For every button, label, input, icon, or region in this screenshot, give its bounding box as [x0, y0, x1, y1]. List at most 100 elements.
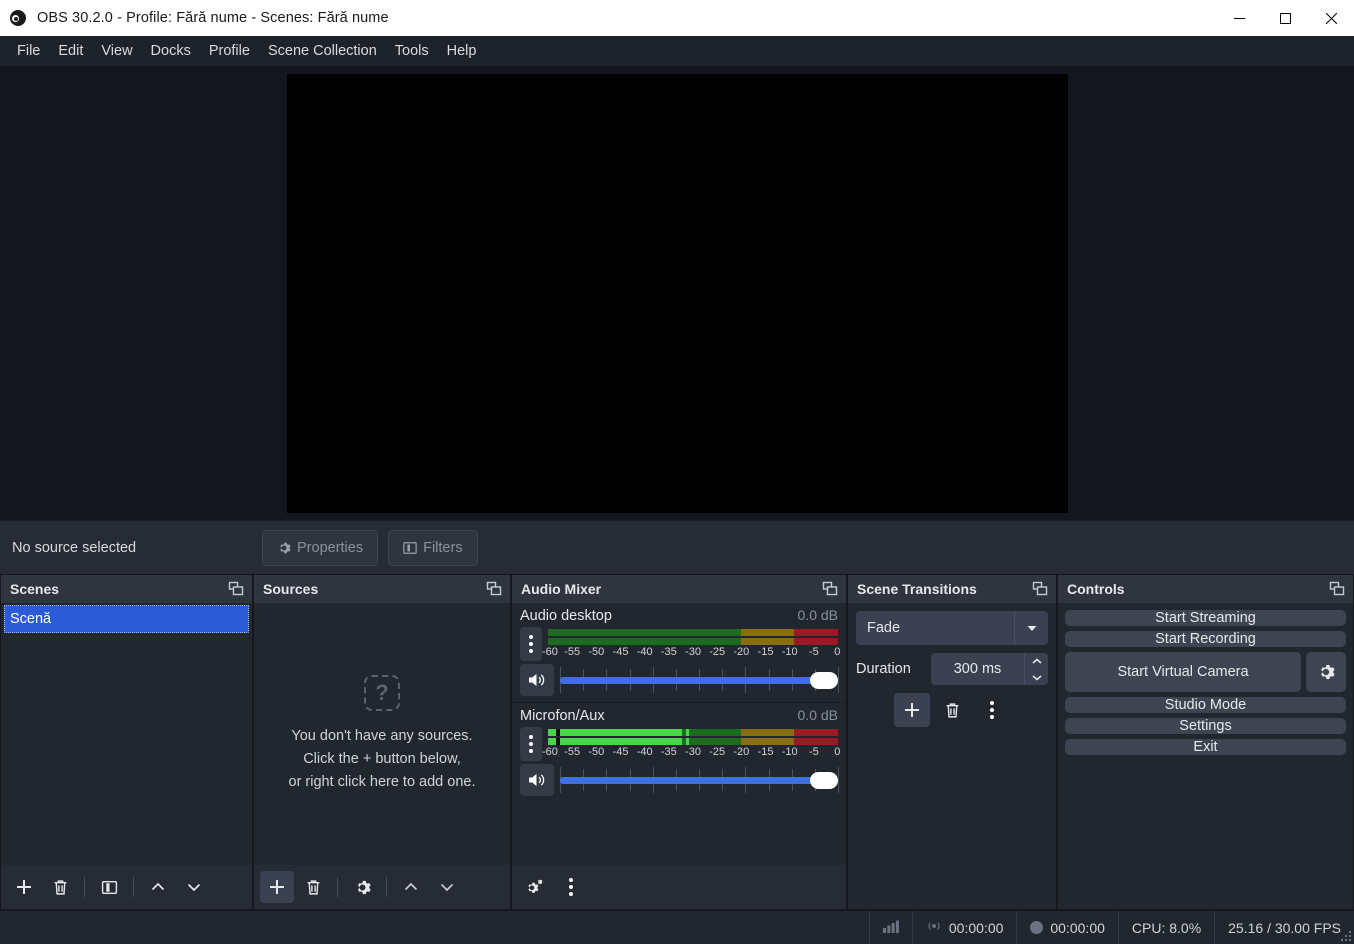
menu-tools[interactable]: Tools	[386, 38, 438, 64]
remove-source-button[interactable]	[296, 871, 330, 903]
virtual-camera-settings-button[interactable]	[1306, 652, 1346, 692]
properties-button[interactable]: Properties	[262, 529, 379, 566]
remove-scene-button[interactable]	[43, 871, 77, 903]
menu-help[interactable]: Help	[438, 38, 486, 64]
menu-docks[interactable]: Docks	[142, 38, 200, 64]
popout-icon[interactable]	[822, 581, 838, 597]
virtual-camera-row: Start Virtual Camera	[1065, 652, 1346, 692]
resize-grip[interactable]	[1341, 931, 1352, 942]
audio-mixer-title-label: Audio Mixer	[521, 581, 602, 597]
menu-profile[interactable]: Profile	[200, 38, 259, 64]
source-toolbar: No source selected Properties Filters	[0, 520, 1354, 574]
sources-list[interactable]: ? You don't have any sources. Click the …	[254, 603, 510, 865]
toolbar-separator	[337, 877, 338, 897]
controls-body: Start Streaming Start Recording Start Vi…	[1058, 603, 1353, 909]
maximize-icon[interactable]	[1262, 0, 1308, 36]
volume-slider[interactable]	[560, 667, 839, 693]
channel-slider-row	[520, 664, 839, 696]
slider-thumb[interactable]	[810, 672, 838, 689]
add-scene-button[interactable]	[7, 871, 41, 903]
chevron-down-icon[interactable]	[1014, 611, 1048, 645]
audio-advanced-properties-button[interactable]	[518, 871, 552, 903]
start-recording-button[interactable]: Start Recording	[1065, 631, 1346, 647]
sources-empty-state: ? You don't have any sources. Click the …	[254, 603, 510, 865]
settings-button[interactable]: Settings	[1065, 718, 1346, 734]
chevron-up-icon[interactable]	[1025, 653, 1048, 669]
speaker-on-icon[interactable]	[520, 764, 554, 796]
meter-tick-label: -20	[733, 645, 750, 658]
toolbar-separator	[84, 877, 85, 897]
controls-dock: Controls Start Streaming Start Recording…	[1057, 574, 1354, 910]
filters-button[interactable]: Filters	[388, 529, 478, 566]
close-icon[interactable]	[1308, 0, 1354, 36]
scene-filters-button[interactable]	[92, 871, 126, 903]
channel-meter-column: -60 -55 -50 -45 -40 -35 -30 -25 -20 -15 -10 -5 0	[542, 628, 840, 660]
kebab-menu-icon[interactable]	[520, 627, 542, 661]
dock-row: Scenes Scenă Sources ? You don't have an…	[0, 574, 1354, 910]
move-scene-up-button[interactable]	[141, 871, 175, 903]
chevron-down-icon[interactable]	[1025, 669, 1048, 685]
sources-dock-title: Sources	[254, 575, 510, 603]
scenes-list[interactable]: Scenă	[1, 603, 252, 865]
kebab-menu-icon	[560, 878, 582, 896]
menu-view[interactable]: View	[92, 38, 141, 64]
meter-tick-label: -10	[781, 645, 798, 658]
move-source-down-button[interactable]	[430, 871, 464, 903]
popout-icon[interactable]	[486, 581, 502, 597]
move-scene-down-button[interactable]	[177, 871, 211, 903]
duration-value[interactable]: 300 ms	[931, 661, 1024, 677]
controls-dock-title: Controls	[1058, 575, 1353, 603]
channel-meter-row: -60 -55 -50 -45 -40 -35 -30 -25 -20 -15 -10 -5 0	[520, 727, 840, 761]
menu-file[interactable]: File	[8, 38, 49, 64]
source-properties-button[interactable]	[345, 871, 379, 903]
preview-canvas[interactable]	[286, 74, 1068, 513]
menu-edit[interactable]: Edit	[49, 38, 92, 64]
speaker-on-icon[interactable]	[520, 664, 554, 696]
sources-title-label: Sources	[263, 581, 319, 597]
transition-select-value: Fade	[867, 620, 901, 636]
add-source-button[interactable]	[260, 871, 294, 903]
add-transition-button[interactable]	[894, 693, 930, 727]
meter-tick-labels: -60 -55 -50 -45 -40 -35 -30 -25 -20 -15 -10 -5 0	[542, 645, 840, 660]
scene-list-item[interactable]: Scenă	[4, 605, 249, 633]
audio-mixer-channels: Audio desktop 0.0 dB -60 -55 -50 -45 -40…	[512, 603, 846, 865]
menu-scene-collection[interactable]: Scene Collection	[259, 38, 386, 64]
cpu-usage-cell: CPU: 8.0%	[1117, 911, 1214, 944]
meter-tick-label: -40	[636, 645, 653, 658]
popout-icon[interactable]	[228, 581, 244, 597]
volume-meter	[548, 728, 838, 745]
toolbar-separator	[133, 877, 134, 897]
meter-tick-label: -25	[709, 645, 726, 658]
meter-tick-label: -35	[660, 645, 677, 658]
remove-transition-button[interactable]	[934, 693, 970, 727]
minimize-icon[interactable]	[1216, 0, 1262, 36]
start-streaming-button[interactable]: Start Streaming	[1065, 610, 1346, 626]
studio-mode-button[interactable]: Studio Mode	[1065, 697, 1346, 713]
popout-icon[interactable]	[1329, 581, 1345, 597]
start-virtual-camera-button[interactable]: Start Virtual Camera	[1065, 652, 1301, 692]
popout-icon[interactable]	[1032, 581, 1048, 597]
channel-name: Microfon/Aux	[520, 708, 605, 724]
audio-mixer-toolbar	[512, 865, 846, 909]
transition-select[interactable]: Fade	[856, 611, 1048, 645]
scene-transitions-dock-title: Scene Transitions	[848, 575, 1056, 603]
kebab-menu-icon[interactable]	[520, 727, 542, 761]
audio-mixer-menu-button[interactable]	[554, 871, 588, 903]
record-time-cell: 00:00:00	[1016, 911, 1118, 944]
stream-time-cell: 00:00:00	[911, 911, 1017, 944]
sources-empty-line1: You don't have any sources.	[291, 727, 473, 744]
sources-toolbar	[254, 865, 510, 909]
meter-tick-label: -35	[660, 745, 677, 758]
move-source-up-button[interactable]	[394, 871, 428, 903]
duration-stepper[interactable]: 300 ms	[931, 653, 1048, 685]
preview-area[interactable]	[0, 67, 1354, 520]
exit-button[interactable]: Exit	[1065, 739, 1346, 755]
sources-empty-line2: Click the + button below,	[303, 750, 461, 767]
transition-menu-button[interactable]	[974, 693, 1010, 727]
slider-thumb[interactable]	[810, 772, 838, 789]
audio-mixer-dock-title: Audio Mixer	[512, 575, 846, 603]
volume-slider[interactable]	[560, 767, 839, 793]
volume-meter	[548, 628, 838, 645]
scenes-title-label: Scenes	[10, 581, 60, 597]
meter-tick-label: -15	[757, 645, 774, 658]
